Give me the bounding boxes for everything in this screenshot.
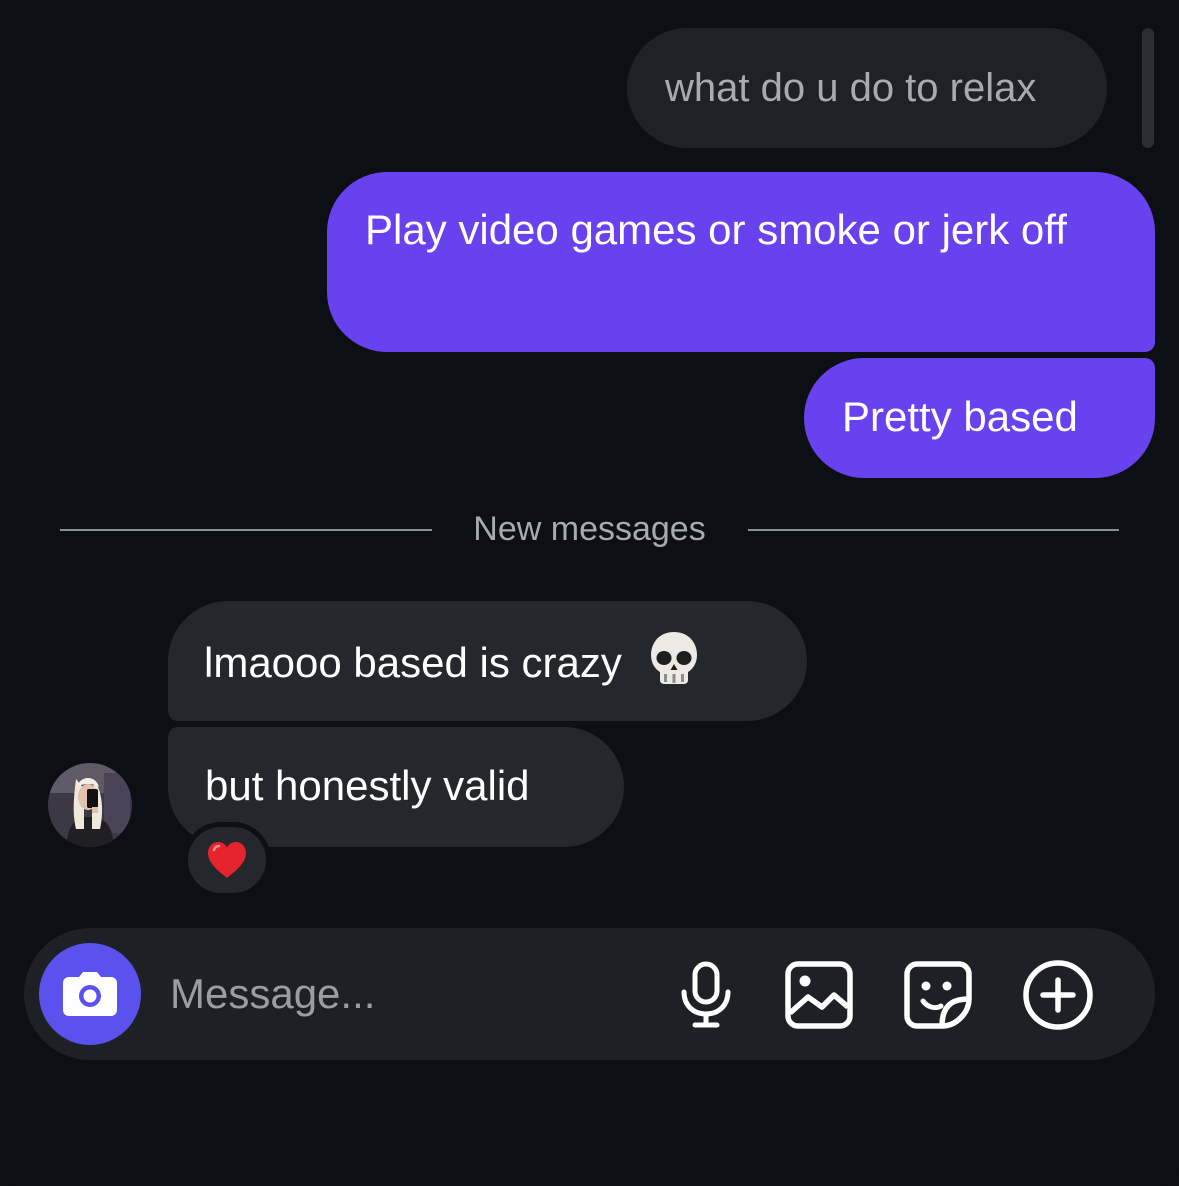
microphone-icon: [681, 961, 731, 1028]
message-composer: [24, 928, 1155, 1060]
received-message[interactable]: lmaooo based is crazy: [168, 601, 807, 721]
message-input[interactable]: [170, 964, 630, 1024]
new-messages-divider: New messages: [60, 502, 1119, 558]
image-icon: [785, 961, 853, 1029]
heart-icon: [208, 842, 246, 878]
received-message-text: lmaooo based is crazy: [204, 639, 622, 687]
sticker-icon: [904, 961, 972, 1029]
add-icon: [1023, 960, 1093, 1030]
chat-screen: what do u do to relax Play video games o…: [0, 0, 1179, 1186]
skull-emoji-icon: [648, 630, 700, 702]
quoted-message[interactable]: what do u do to relax: [627, 28, 1107, 148]
sender-avatar[interactable]: [48, 763, 132, 847]
camera-icon: [63, 972, 117, 1016]
sent-message-text: Play video games or smoke or jerk off: [365, 206, 1067, 253]
more-options-button[interactable]: [1019, 956, 1097, 1034]
sticker-button[interactable]: [899, 956, 977, 1034]
gallery-button[interactable]: [780, 956, 858, 1034]
sent-message-text: Pretty based: [842, 393, 1078, 440]
microphone-button[interactable]: [667, 956, 745, 1034]
heart-reaction[interactable]: [183, 822, 271, 898]
divider-line-right: [748, 529, 1119, 531]
sent-message[interactable]: Play video games or smoke or jerk off: [327, 172, 1155, 352]
camera-button[interactable]: [39, 943, 141, 1045]
sent-message[interactable]: Pretty based: [804, 358, 1155, 478]
scrollbar[interactable]: [1142, 28, 1154, 148]
quoted-message-text: what do u do to relax: [665, 66, 1037, 110]
received-message-text: but honestly valid: [205, 762, 530, 809]
